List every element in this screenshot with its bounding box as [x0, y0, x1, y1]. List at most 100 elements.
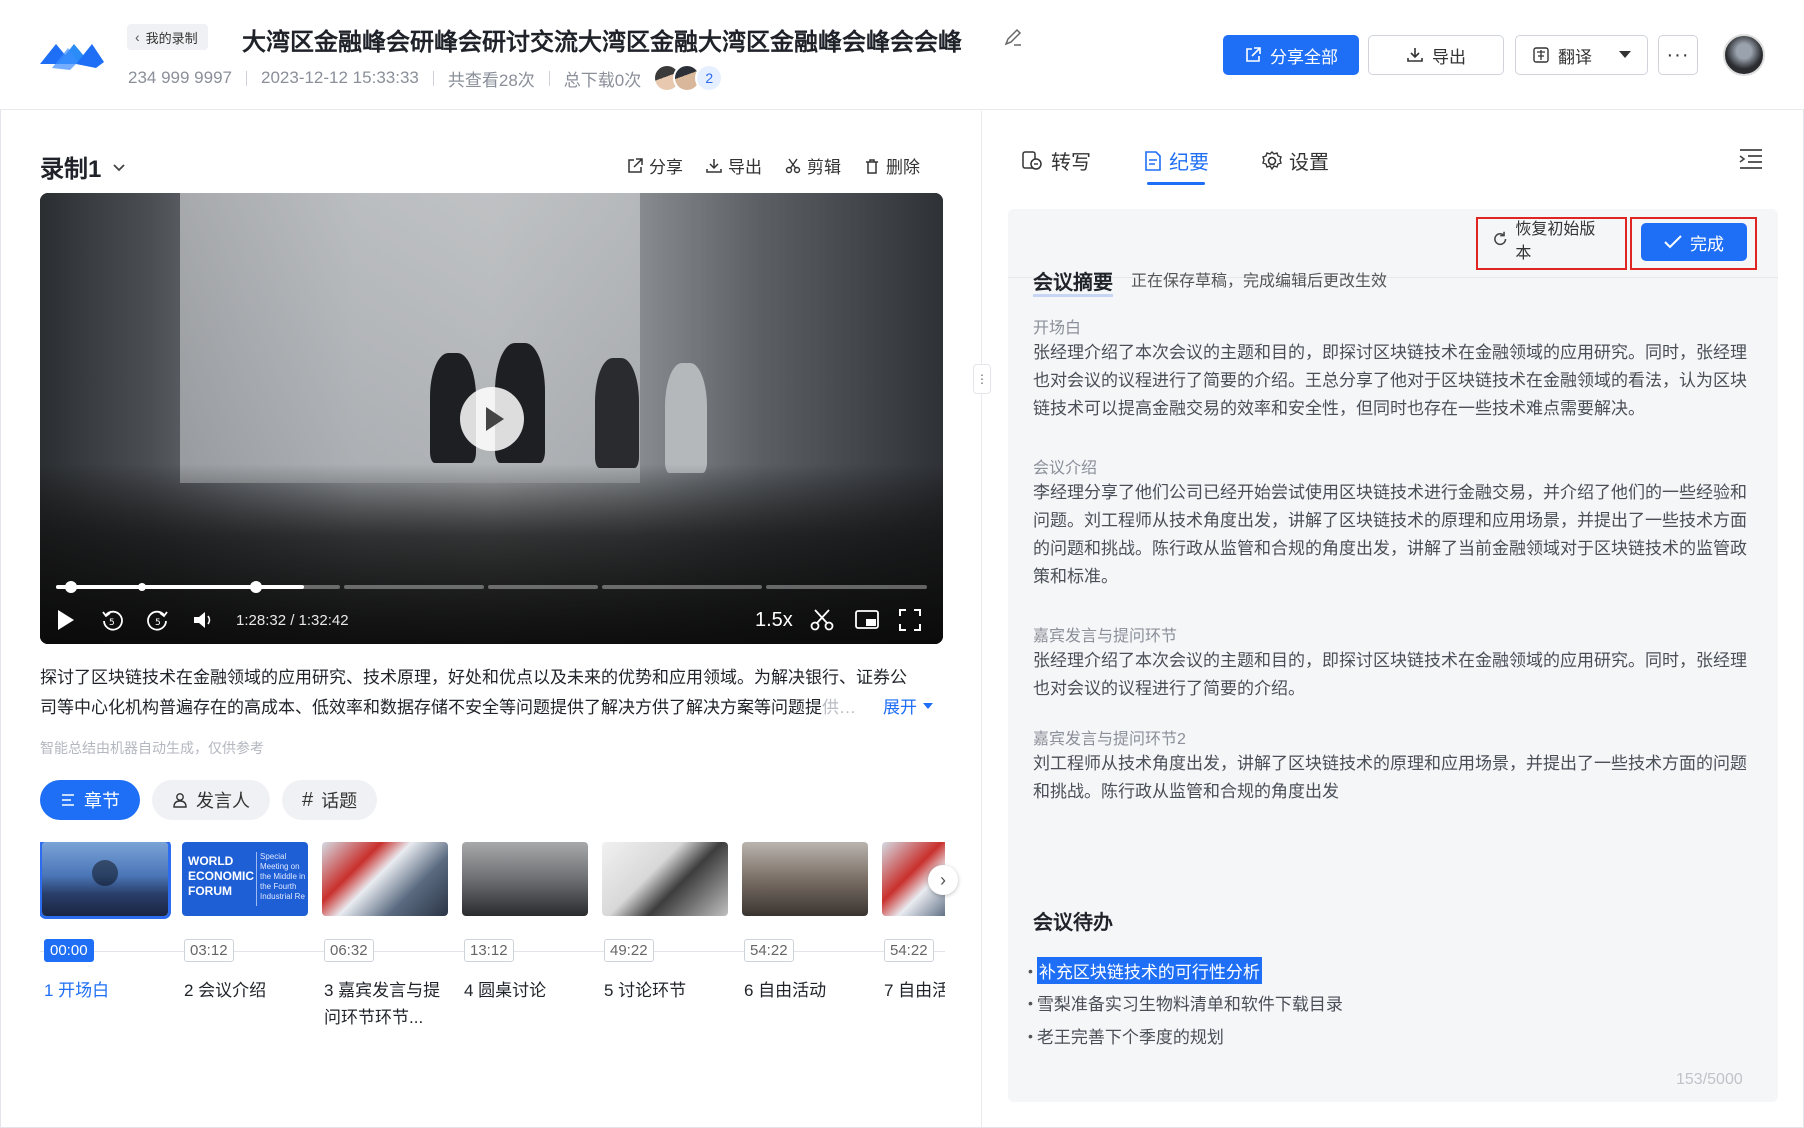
chapter-item[interactable]: 54:22 6 自由活动 [742, 842, 868, 1000]
playback-time: 1:28:32 / 1:32:42 [236, 611, 349, 629]
document-icon [1145, 150, 1161, 171]
section-text[interactable]: 刘工程师从技术角度出发，讲解了区块链技术的原理和应用场景，并提出了一些技术方面的… [1033, 750, 1763, 806]
chapter-time: 54:22 [744, 939, 794, 962]
todo-text[interactable]: 老王完善下个季度的规划 [1037, 1023, 1224, 1048]
summary-line-text: 司等中心化机构普遍存在的高成本、低效率和数据存储不安全等问题提供了解决方供了解决… [40, 698, 822, 717]
rewind-5s-icon: 5 [102, 610, 123, 631]
section-subtitle: 会议介绍 [1033, 460, 1098, 477]
tab-transcript[interactable]: 转写 [1021, 146, 1091, 185]
section-subtitle: 开场白 [1033, 320, 1082, 337]
progress-segment [344, 585, 484, 589]
edit-title-icon[interactable] [1002, 26, 1024, 48]
caret-down-icon [923, 702, 933, 709]
tab-label: 转写 [1051, 152, 1091, 174]
tab-chapters[interactable]: 章节 [40, 780, 140, 820]
section-text[interactable]: 张经理介绍了本次会议的主题和目的，即探讨区块链技术在金融领域的应用研究。同时，张… [1033, 339, 1763, 423]
share-all-button[interactable]: 分享全部 [1223, 35, 1359, 75]
play-button[interactable] [56, 605, 76, 635]
todo-item[interactable]: • 老王完善下个季度的规划 [1028, 1023, 1224, 1048]
chapter-item[interactable]: 13:12 4 圆桌讨论 [462, 842, 588, 1000]
export-label: 导出 [1432, 47, 1466, 67]
tab-label: 话题 [321, 791, 358, 811]
bullet-icon: • [1028, 962, 1033, 979]
tab-label: 发言人 [196, 791, 250, 811]
section-subtitle: 嘉宾发言与提问环节 [1033, 628, 1178, 645]
meta-divider [432, 70, 434, 86]
meta-divider [548, 70, 550, 86]
fullscreen-button[interactable] [898, 605, 922, 635]
chapter-time: 06:32 [324, 939, 374, 962]
outline-toggle-icon[interactable] [1738, 147, 1764, 171]
editor-divider [1008, 277, 1778, 278]
back-label: 我的录制 [145, 30, 198, 46]
rewind-5-button[interactable]: 5 [100, 605, 124, 635]
recording-panel: 录制1 分享 导出 剪辑 删除 5 5 1:28:32 / 1:32:42 1.… [0, 111, 980, 1127]
share-icon [628, 157, 643, 173]
speaker-figure [595, 358, 639, 468]
editor-toolbar: 恢复初始版本 完成 [1008, 209, 1778, 273]
export-button[interactable]: 导出 [1368, 35, 1504, 75]
player-controls: 5 5 1:28:32 / 1:32:42 1.5x [40, 605, 943, 635]
tab-settings[interactable]: 设置 [1261, 146, 1329, 185]
translate-dropdown[interactable]: 翻译 [1515, 35, 1648, 75]
summary-line: 探讨了区块链技术在金融领域的应用研究、技术原理，好处和优点以及未来的优势和应用领… [40, 668, 907, 687]
transcript-icon [1022, 150, 1042, 170]
todo-text-selected[interactable]: 补充区块链技术的可行性分析 [1036, 957, 1262, 984]
section-text[interactable]: 李经理分享了他们公司已经开始尝试使用区块链技术进行金融交易，并介绍了他们的一些经… [1033, 479, 1763, 591]
person-icon [173, 793, 187, 808]
chapter-item[interactable]: WORLD ECONOMIC FORUM Special Meeting on … [182, 842, 308, 1000]
tab-label: 章节 [84, 791, 120, 811]
scissors-icon [785, 158, 801, 173]
more-options-button[interactable]: ··· [1658, 35, 1698, 75]
tab-topics[interactable]: # 话题 [282, 780, 378, 820]
ai-summary: 探讨了区块链技术在金融领域的应用研究、技术原理，好处和优点以及未来的优势和应用领… [40, 663, 945, 723]
summary-heading-text: 会议摘要 [1033, 272, 1113, 297]
forward-5s-icon: 5 [147, 610, 168, 631]
share-recording-button[interactable]: 分享 [626, 153, 683, 178]
video-progress-bar[interactable] [56, 581, 927, 593]
progress-segment [602, 585, 762, 589]
chapter-time: 03:12 [184, 939, 234, 962]
recording-selector[interactable]: 录制1 [40, 149, 127, 184]
delete-label: 删除 [886, 158, 920, 177]
minutes-tabs: 转写 纪要 设置 [1021, 146, 1329, 185]
chapter-marker[interactable] [138, 583, 146, 591]
chapter-thumbnail: WORLD ECONOMIC FORUM Special Meeting on … [182, 842, 308, 916]
export-label: 导出 [728, 158, 762, 177]
tab-minutes[interactable]: 纪要 [1143, 146, 1209, 185]
top-header: ‹ 我的录制 大湾区金融峰会研峰会研讨交流大湾区金融大湾区金融峰会峰会会峰 23… [0, 0, 1804, 110]
section-subtitle: 嘉宾发言与提问环节2 [1033, 731, 1186, 748]
todo-item[interactable]: • 雪梨准备实习生物料清单和软件下载目录 [1028, 990, 1343, 1015]
section-text[interactable]: 张经理介绍了本次会议的主题和目的，即探讨区块链技术在金融领域的应用研究。同时，张… [1033, 647, 1763, 703]
expand-summary-button[interactable]: 展开 [883, 693, 933, 718]
video-player[interactable]: 5 5 1:28:32 / 1:32:42 1.5x [40, 193, 943, 644]
ai-disclaimer: 智能总结由机器自动生成，仅供参考 [40, 740, 264, 756]
delete-recording-button[interactable]: 删除 [863, 153, 920, 178]
highlight-box-done [1630, 217, 1757, 270]
play-overlay-button[interactable] [460, 387, 524, 451]
todo-item[interactable]: • 补充区块链技术的可行性分析 [1028, 957, 1262, 984]
chapter-list: 00:00 1 开场白 WORLD ECONOMIC FORUM Special… [40, 842, 945, 1062]
forward-5-button[interactable]: 5 [146, 605, 170, 635]
todo-text[interactable]: 雪梨准备实习生物料清单和软件下载目录 [1037, 990, 1343, 1015]
clip-video-button[interactable] [809, 605, 835, 635]
chapter-item[interactable]: 49:22 5 讨论环节 [602, 842, 728, 1000]
panel-resize-handle[interactable]: ⋮ [973, 364, 991, 394]
progress-handle[interactable] [250, 581, 262, 593]
clip-recording-button[interactable]: 剪辑 [784, 153, 841, 178]
recording-tabs: 章节 发言人 # 话题 [40, 780, 378, 820]
recording-actions: 分享 导出 剪辑 删除 [626, 153, 920, 178]
chapter-marker[interactable] [65, 581, 77, 593]
chapter-label: 3 嘉宾发言与提问环节环节... [324, 981, 441, 1027]
chapter-item[interactable]: 06:32 3 嘉宾发言与提问环节环节... [322, 842, 448, 1027]
volume-button[interactable] [192, 605, 216, 635]
playback-speed-button[interactable]: 1.5x [755, 605, 793, 635]
user-avatar[interactable] [1723, 34, 1765, 76]
back-to-my-recordings-button[interactable]: ‹ 我的录制 [127, 24, 208, 50]
tab-speakers[interactable]: 发言人 [152, 780, 270, 820]
picture-in-picture-button[interactable] [854, 605, 880, 635]
participant-avatars[interactable]: 2 [653, 64, 724, 92]
chapters-next-button[interactable]: › [928, 865, 958, 895]
chapter-item[interactable]: 00:00 1 开场白 [40, 842, 171, 1000]
export-recording-button[interactable]: 导出 [705, 153, 762, 178]
